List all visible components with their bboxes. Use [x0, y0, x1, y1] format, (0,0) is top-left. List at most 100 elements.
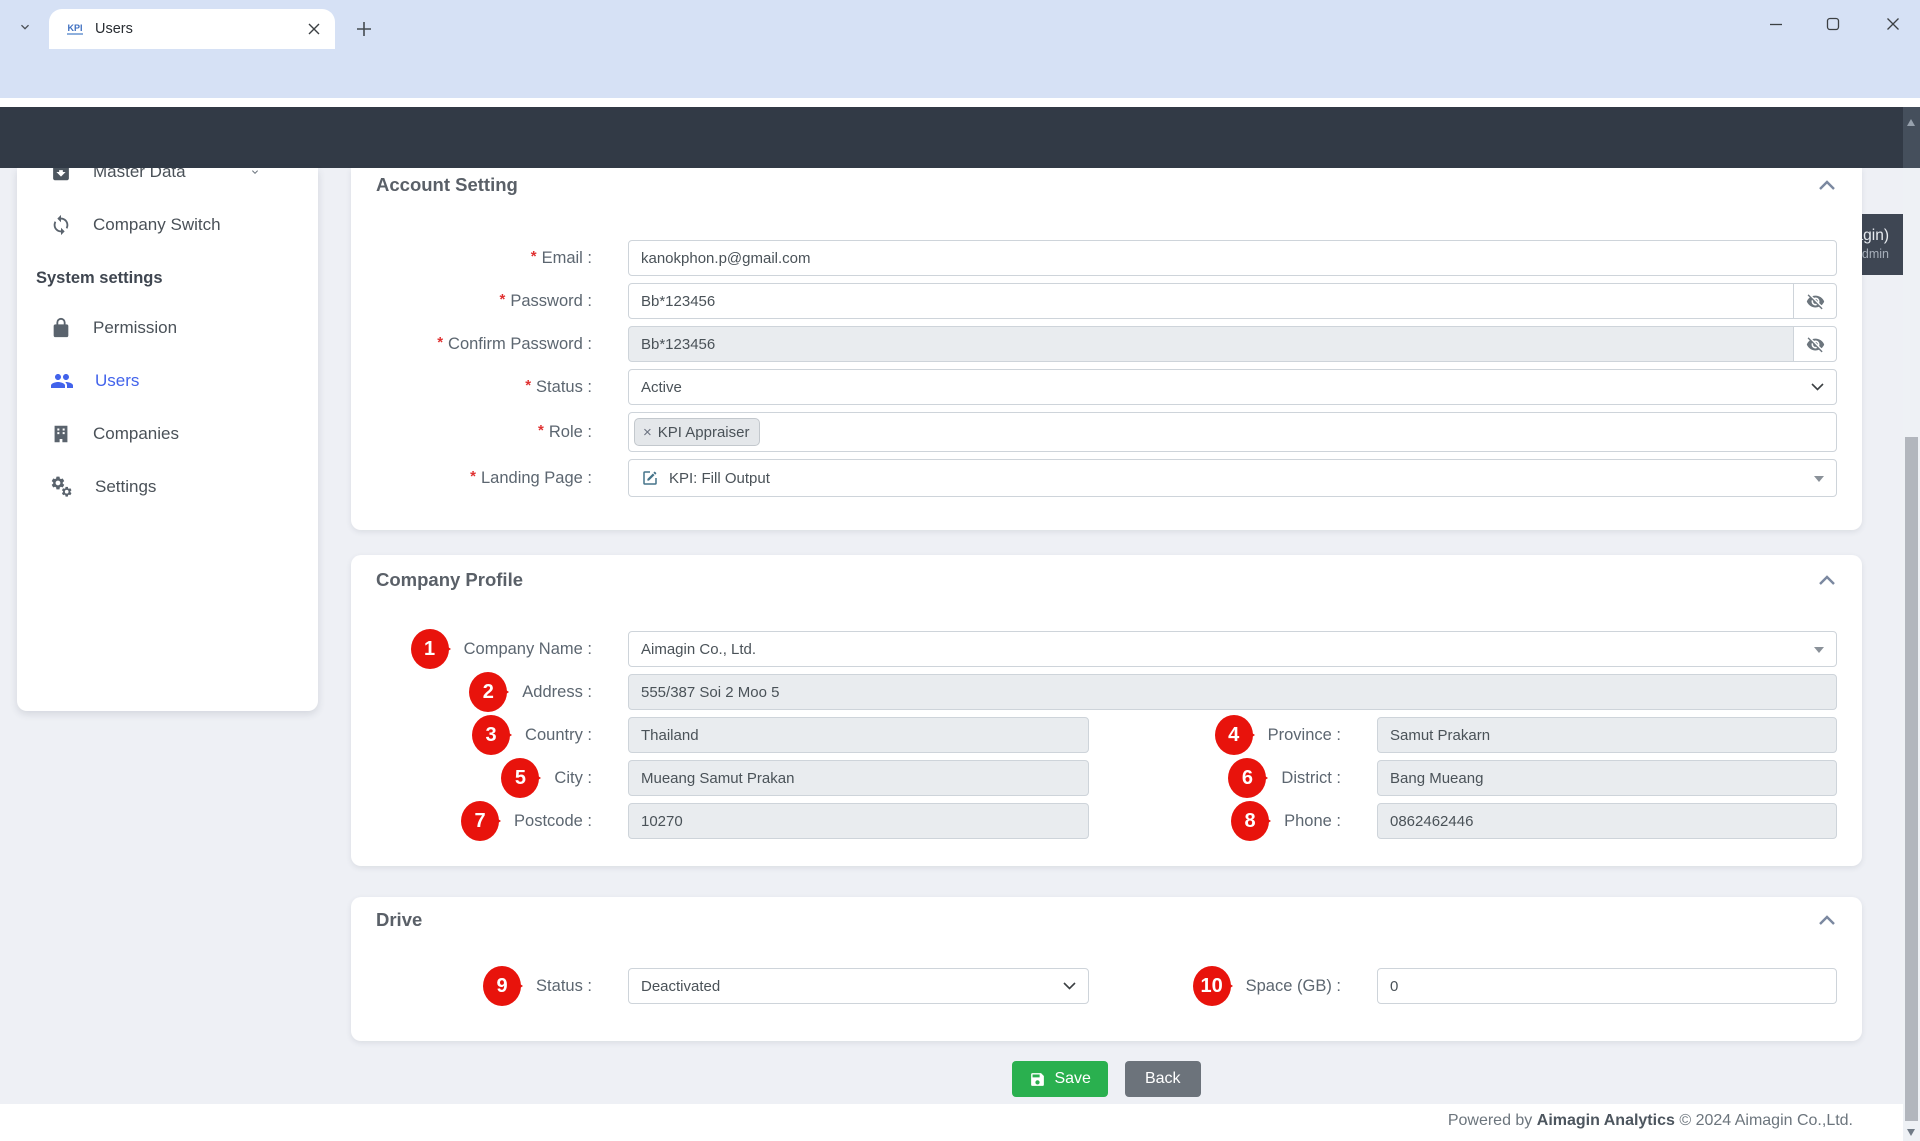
sidebar-item-permission[interactable]: Permission	[17, 301, 318, 354]
sidebar-item-users[interactable]: Users	[17, 354, 318, 407]
annotation-badge-5: 5	[501, 758, 539, 798]
role-label: Role :	[549, 423, 592, 442]
annotation-badge-2: 2	[469, 672, 507, 712]
form-row-country-province: 3 Country : 4 Province :	[376, 717, 1837, 753]
status-select-value: Active	[641, 379, 682, 396]
landing-page-select[interactable]: KPI: Fill Output	[628, 459, 1837, 497]
form-row-company-name: 1 Company Name : Aimagin Co., Ltd.	[376, 631, 1837, 667]
scrollbar-thumb[interactable]	[1905, 437, 1918, 1121]
company-name-select[interactable]: Aimagin Co., Ltd.	[628, 631, 1837, 667]
address-input[interactable]	[628, 674, 1837, 710]
email-label: Email :	[542, 249, 592, 268]
back-form-button[interactable]: Back	[1125, 1061, 1201, 1097]
chevron-up-icon	[1818, 575, 1836, 586]
annotation-badge-9: 9	[483, 966, 521, 1006]
status-select[interactable]: Active	[628, 369, 1837, 405]
page-scrollbar	[1903, 107, 1920, 1141]
annotation-badge-10: 10	[1193, 966, 1231, 1006]
country-label: Country :	[525, 726, 592, 745]
window-maximize-button[interactable]	[1826, 17, 1840, 36]
email-input[interactable]	[628, 240, 1837, 276]
footer-brand: Aimagin Analytics	[1537, 1112, 1675, 1129]
annotation-badge-3: 3	[472, 715, 510, 755]
eye-slash-icon	[1806, 292, 1825, 311]
role-tag: × KPI Appraiser	[634, 418, 760, 446]
postcode-label: Postcode :	[514, 812, 592, 831]
section-title-drive: Drive	[376, 909, 422, 931]
toggle-confirm-visibility-button[interactable]	[1793, 326, 1837, 362]
form-row-role: *Role : × KPI Appraiser	[376, 412, 1837, 452]
gears-icon	[50, 475, 74, 499]
form-row-password: *Password :	[376, 283, 1837, 319]
close-icon	[308, 23, 320, 35]
minimize-icon	[1769, 17, 1783, 31]
edit-icon	[641, 469, 659, 487]
phone-input[interactable]	[1377, 803, 1837, 839]
annotation-badge-8: 8	[1231, 801, 1269, 841]
sidebar-item-master-data[interactable]: Master Data	[17, 168, 318, 198]
status-label: Status :	[536, 378, 592, 397]
app-header: KPI Analytics 2 Aimagin 32 x 32 kanokpho…	[0, 107, 1920, 168]
confirm-password-input[interactable]	[628, 326, 1794, 362]
form-row-drive-status-space: 9 Status : Deactivated 10 Space (GB) :	[376, 968, 1837, 1004]
form-actions: Save Back	[351, 1061, 1862, 1097]
district-label: District :	[1281, 769, 1341, 788]
chevron-up-icon	[1818, 915, 1836, 926]
toggle-password-visibility-button[interactable]	[1793, 283, 1837, 319]
sidebar-item-settings[interactable]: Settings	[17, 460, 318, 513]
role-multiselect[interactable]: × KPI Appraiser	[628, 412, 1837, 452]
sidebar-item-companies[interactable]: Companies	[17, 407, 318, 460]
annotation-badge-6: 6	[1228, 758, 1266, 798]
province-input[interactable]	[1377, 717, 1837, 753]
city-input[interactable]	[628, 760, 1089, 796]
password-label: Password :	[510, 292, 592, 311]
section-title-company-profile: Company Profile	[376, 569, 523, 591]
company-profile-card: Company Profile 1 Company Name : Aimagin…	[351, 555, 1862, 866]
drive-status-select[interactable]: Deactivated	[628, 968, 1089, 1004]
close-icon	[1886, 17, 1900, 31]
collapse-drive-button[interactable]	[1817, 913, 1837, 927]
province-label: Province :	[1268, 726, 1341, 745]
plus-icon	[356, 21, 372, 37]
password-input[interactable]	[628, 283, 1794, 319]
landing-page-label: Landing Page :	[481, 469, 592, 488]
window-minimize-button[interactable]	[1769, 17, 1783, 36]
lock-icon	[50, 317, 72, 339]
drive-space-input[interactable]	[1377, 968, 1837, 1004]
form-row-address: 2 Address :	[376, 674, 1837, 710]
district-input[interactable]	[1377, 760, 1837, 796]
caret-down-icon	[1814, 476, 1824, 487]
collapse-account-setting-button[interactable]	[1817, 178, 1837, 192]
company-name-label: Company Name :	[464, 640, 592, 659]
scrollbar-down-arrow[interactable]	[1907, 1129, 1915, 1136]
kpi-favicon-icon: KPI	[65, 19, 85, 39]
expand-caret-icon	[249, 168, 261, 183]
collapse-company-profile-button[interactable]	[1817, 573, 1837, 587]
form-row-confirm-password: *Confirm Password :	[376, 326, 1837, 362]
maximize-icon	[1826, 17, 1840, 31]
tab-title: Users	[95, 21, 133, 37]
browser-tab-users[interactable]: KPI Users	[49, 9, 335, 49]
form-row-postcode-phone: 7 Postcode : 8 Phone :	[376, 803, 1837, 839]
users-icon	[50, 369, 74, 393]
annotation-badge-7: 7	[461, 801, 499, 841]
tab-search-button[interactable]	[14, 16, 36, 38]
footer-text: Powered by Aimagin Analytics © 2024 Aima…	[1448, 1112, 1853, 1130]
chevron-down-icon	[17, 19, 33, 35]
caret-down-icon	[1814, 647, 1824, 658]
new-tab-button[interactable]	[351, 16, 377, 42]
scrollbar-up-arrow[interactable]	[1907, 119, 1915, 126]
role-tag-label: KPI Appraiser	[658, 424, 750, 441]
drive-card: Drive 9 Status : Deactivated 10 Space (G…	[351, 897, 1862, 1041]
landing-page-value: KPI: Fill Output	[669, 470, 770, 487]
building-icon	[50, 423, 72, 445]
country-input[interactable]	[628, 717, 1089, 753]
save-button[interactable]: Save	[1012, 1061, 1107, 1097]
sidebar-item-company-switch[interactable]: Company Switch	[17, 198, 318, 251]
window-close-button[interactable]	[1886, 17, 1900, 36]
postcode-input[interactable]	[628, 803, 1089, 839]
remove-role-tag-button[interactable]: ×	[643, 424, 652, 441]
form-row-city-district: 5 City : 6 District :	[376, 760, 1837, 796]
browser-toolbar: kpi.aimagin.com/?_pageId=_page_user K	[0, 49, 1920, 98]
tab-close-button[interactable]	[305, 20, 323, 38]
